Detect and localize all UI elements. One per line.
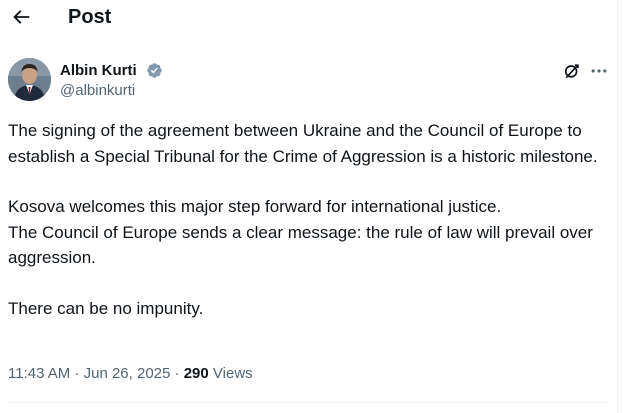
- column-divider: [617, 0, 618, 413]
- views-count: 290: [183, 365, 209, 382]
- avatar-photo: [8, 58, 51, 101]
- post-page: Post Albin Kurti @albinkurti The signing…: [0, 0, 628, 413]
- views-label: Views: [212, 365, 253, 382]
- meta-separator: ·: [170, 365, 184, 382]
- more-horizontal-icon[interactable]: [589, 61, 609, 81]
- post-paragraph: Kosova welcomes this major step forward …: [8, 197, 502, 216]
- page-header: Post: [0, 0, 617, 40]
- post-paragraph: The Council of Europe sends a clear mess…: [8, 222, 593, 268]
- post-text: The signing of the agreement between Ukr…: [8, 118, 608, 321]
- post-paragraph: The signing of the agreement between Ukr…: [8, 121, 598, 166]
- meta-divider: [8, 402, 608, 403]
- author-handle[interactable]: @albinkurti: [60, 82, 135, 100]
- avatar[interactable]: [8, 58, 51, 101]
- arrow-left-icon: [13, 10, 30, 24]
- author-name[interactable]: Albin Kurti: [60, 62, 137, 80]
- post-time[interactable]: 11:43 AM: [8, 365, 70, 382]
- back-button[interactable]: [10, 6, 32, 28]
- post-metadata: 11:43 AM · Jun 26, 2025 · 290 Views: [8, 364, 253, 384]
- meta-separator: ·: [70, 365, 84, 382]
- post-paragraph: There can be no impunity.: [8, 298, 204, 318]
- verified-badge-icon: [147, 63, 162, 78]
- post-date[interactable]: Jun 26, 2025: [84, 365, 171, 382]
- page-title: Post: [68, 6, 112, 28]
- grok-icon[interactable]: [562, 61, 582, 81]
